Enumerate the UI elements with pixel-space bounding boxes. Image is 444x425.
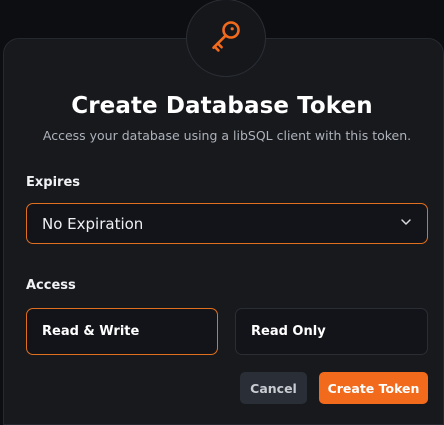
access-option-label: Read & Write: [42, 324, 140, 339]
page: Create Database Token Access your databa…: [0, 0, 444, 425]
cancel-button[interactable]: Cancel: [240, 372, 307, 404]
dialog-title: Create Database Token: [71, 93, 373, 119]
access-option-read-write[interactable]: Read & Write: [26, 308, 218, 355]
key-icon: [206, 16, 246, 60]
expires-selected-value: No Expiration: [42, 214, 144, 233]
expires-select[interactable]: No Expiration: [26, 203, 428, 244]
access-option-label: Read Only: [251, 324, 326, 339]
key-icon-badge: [186, 0, 266, 77]
access-label: Access: [26, 278, 76, 293]
dialog-subtitle: Access your database using a libSQL clie…: [42, 128, 412, 143]
access-option-read-only[interactable]: Read Only: [235, 308, 428, 355]
expires-label: Expires: [26, 175, 80, 190]
chevron-down-icon: [399, 214, 413, 233]
create-token-button[interactable]: Create Token: [319, 372, 428, 404]
